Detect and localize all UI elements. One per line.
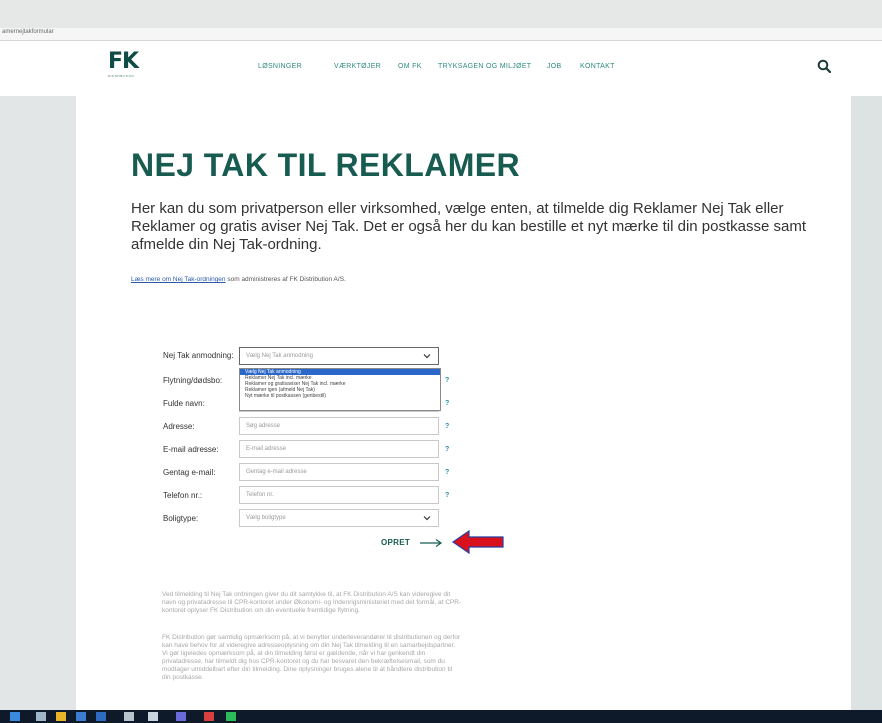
gentag-email-placeholder: Gentag e-mail adresse [246,469,307,475]
boligtype-select[interactable]: Vælg boligtype [239,509,439,527]
file-explorer-icon[interactable] [56,712,66,721]
nav-item-vaerktojer[interactable]: VÆRKTØJER [334,63,381,70]
calendar-icon[interactable] [96,712,106,721]
start-icon[interactable] [10,712,20,721]
read-more-link[interactable]: Læs mere om Nej Tak-ordningen [131,276,226,283]
intro-text: Her kan du som privatperson eller virkso… [131,200,807,253]
telefon-placeholder: Telefon nr. [246,492,274,498]
consent-text: Ved tilmelding til Nej Tak ordningen giv… [162,591,462,614]
opret-button[interactable]: OPRET [381,538,410,547]
spotify-icon[interactable] [204,712,214,721]
label-flytning-dodsbo: Flytning/dødsbo: [163,376,223,385]
mail-icon[interactable] [76,712,86,721]
search-icon[interactable] [36,712,46,721]
highlight-arrow-icon [451,529,504,555]
label-telefon: Telefon nr.: [163,491,203,500]
label-adresse: Adresse: [163,422,195,431]
app-icon[interactable] [226,712,236,721]
fk-logo[interactable]: FK DISTRIBUTION [108,51,148,81]
label-nej-tak-anmodning: Nej Tak anmodning: [163,351,234,360]
anmodning-dropdown-list: Vælg Nej Tak anmodning Reklamer Nej Tak … [239,368,441,411]
adresse-input[interactable]: Søg adresse [239,417,439,435]
nav-item-om-fk[interactable]: OM FK [398,63,422,70]
read-more-line: Læs mere om Nej Tak-ordningen som admini… [131,276,346,283]
select-value: Vælg Nej Tak anmodning [246,353,313,359]
help-icon[interactable]: ? [445,400,449,407]
logo-subtext: DISTRIBUTION [108,74,134,78]
telefon-input[interactable]: Telefon nr. [239,486,439,504]
label-boligtype: Boligtype: [163,514,199,523]
search-icon[interactable] [817,59,831,73]
browser-icon[interactable] [148,712,158,721]
email-input[interactable]: E-mail adresse [239,440,439,458]
label-fulde-navn: Fulde navn: [163,399,205,408]
nav-item-tryksagen[interactable]: TRYKSAGEN OG MILJØET [438,63,531,70]
page-background-right [851,96,882,710]
help-icon[interactable]: ? [445,377,449,384]
nav-item-job[interactable]: JOB [547,63,562,70]
adresse-placeholder: Søg adresse [246,423,281,429]
chevron-down-icon [423,516,431,521]
distribution-text: FK Distribution gør samtidig opmærksom p… [162,634,461,681]
help-icon[interactable]: ? [445,492,449,499]
chevron-down-icon [423,354,431,359]
boligtype-value: Vælg boligtype [246,515,286,521]
pdf-icon[interactable] [176,712,186,721]
help-icon[interactable]: ? [445,469,449,476]
address-bar[interactable]: amernejtakformular [0,28,882,41]
nav-item-kontakt[interactable]: KONTAKT [580,63,615,70]
pen-icon[interactable] [124,712,134,721]
email-placeholder: E-mail adresse [246,446,287,452]
nav-item-losninger[interactable]: LØSNINGER [258,63,302,70]
gentag-email-input[interactable]: Gentag e-mail adresse [239,463,439,481]
dropdown-option[interactable]: Nyt mærke til postkassen (genbestil) [240,393,440,399]
address-bar-text: amernejtakformular [2,29,54,35]
arrow-right-icon[interactable] [418,538,444,548]
help-icon[interactable]: ? [445,423,449,430]
page-title: NEJ TAK TIL REKLAMER [131,147,521,183]
site-header: FK DISTRIBUTION LØSNINGER VÆRKTØJER OM F… [0,41,882,96]
read-more-rest: som administreres af FK Distribution A/S… [225,276,346,283]
taskbar [0,710,882,723]
page-background-left [0,96,76,710]
browser-tab-strip [0,0,882,28]
help-icon[interactable]: ? [445,446,449,453]
nej-tak-anmodning-select[interactable]: Vælg Nej Tak anmodning [239,347,439,365]
label-gentag-email: Gentag e-mail: [163,468,216,477]
logo-text: FK [108,49,139,74]
label-email: E-mail adresse: [163,445,219,454]
